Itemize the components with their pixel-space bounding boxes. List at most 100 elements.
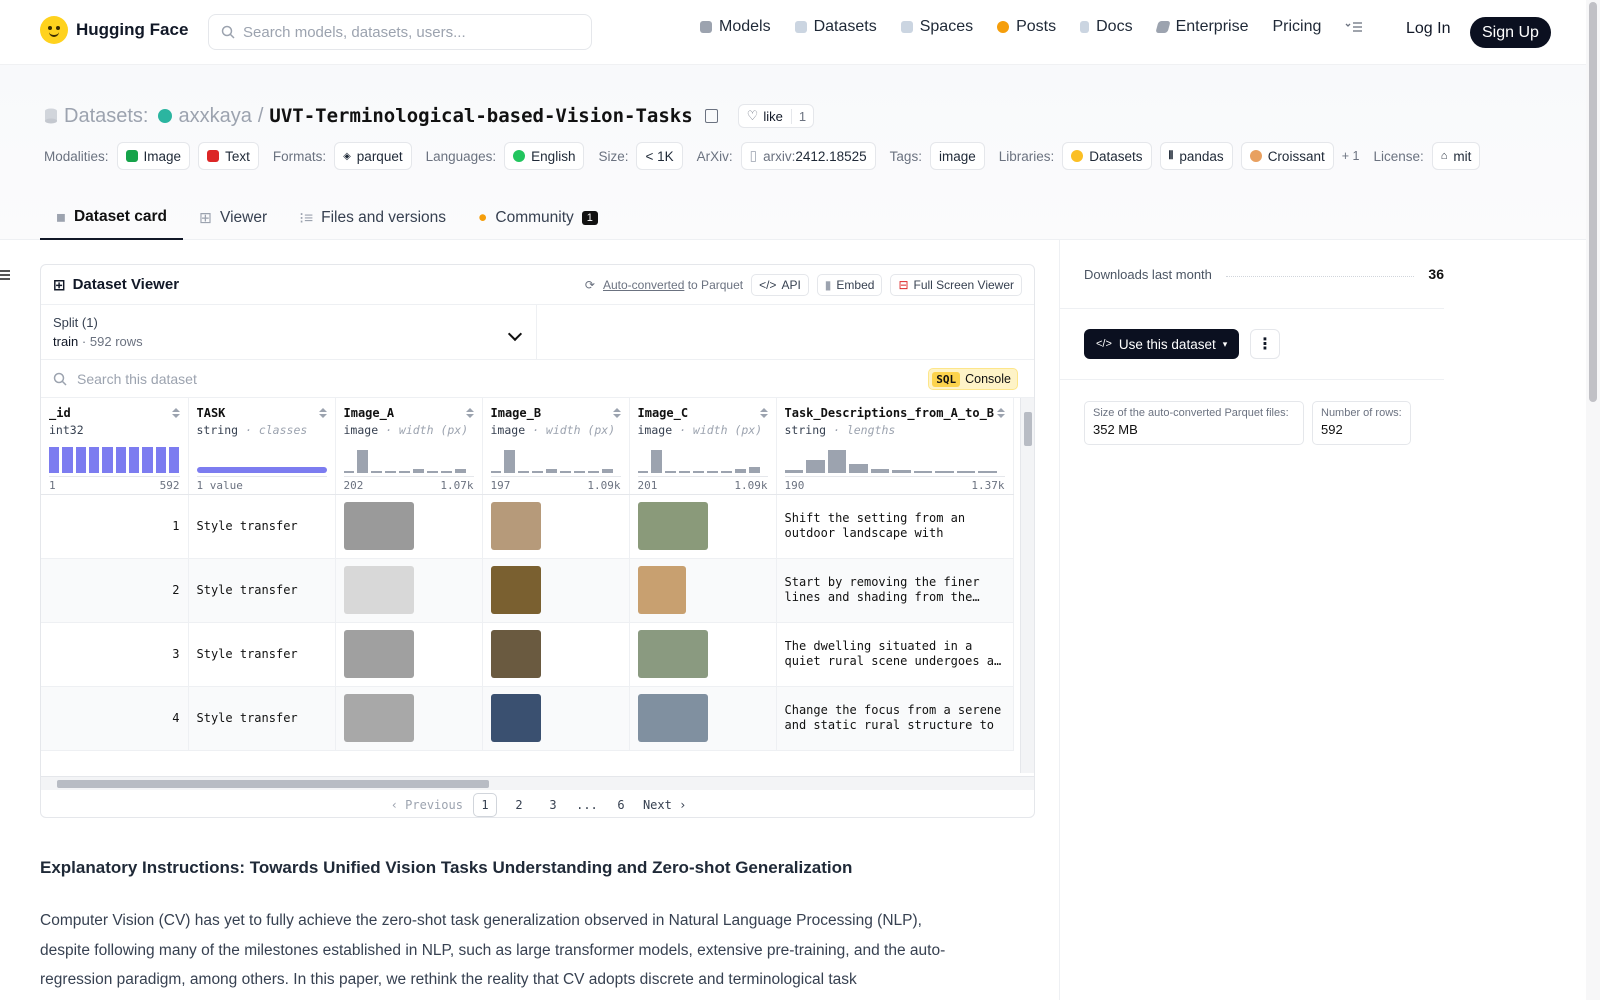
nav-models[interactable]: Models — [700, 18, 771, 36]
copy-icon[interactable] — [704, 109, 718, 123]
histogram-bar[interactable] — [412, 469, 424, 473]
histogram-bar[interactable] — [637, 471, 649, 473]
nav-posts[interactable]: Posts — [997, 18, 1056, 36]
tag-image-topic[interactable]: image — [929, 142, 985, 170]
page-3[interactable]: 3 — [541, 793, 565, 817]
histogram-bar[interactable] — [559, 471, 571, 473]
global-search[interactable] — [208, 14, 592, 50]
histogram-bar[interactable] — [849, 463, 868, 473]
histogram-bar[interactable] — [343, 471, 355, 473]
nav-spaces[interactable]: Spaces — [900, 18, 973, 36]
previous-page-button[interactable]: ‹ Previous — [391, 793, 463, 817]
column-header-4[interactable]: Image_C image · width (px) 201 1.09k — [629, 398, 777, 495]
histogram-bar[interactable] — [784, 470, 803, 473]
image-c-thumbnail[interactable] — [637, 694, 708, 742]
histogram-bar[interactable] — [62, 447, 73, 473]
cell-id[interactable]: 1 — [41, 494, 189, 559]
histogram-bar[interactable] — [49, 447, 60, 473]
sidebar-toggle-icon[interactable] — [0, 270, 10, 282]
histogram-bar[interactable] — [129, 447, 140, 473]
cell-id[interactable]: 4 — [41, 686, 189, 751]
histogram-bar[interactable] — [546, 469, 557, 473]
histogram-bar[interactable] — [357, 449, 369, 473]
image-b-thumbnail[interactable] — [490, 566, 541, 614]
nav-docs[interactable]: Docs — [1080, 18, 1133, 36]
cell-image-a[interactable] — [335, 558, 483, 623]
tag-image[interactable]: Image — [116, 142, 191, 170]
page-scrollbar-thumb[interactable] — [1589, 2, 1597, 402]
cell-image-b[interactable] — [482, 686, 630, 751]
column-header-5[interactable]: Task_Descriptions_from_A_to_B string · le… — [776, 398, 1014, 495]
image-c-thumbnail[interactable] — [637, 566, 686, 614]
table-row[interactable]: 4 Style transfer Change the focus from a s… — [41, 686, 1014, 751]
api-button[interactable]: </> API — [751, 273, 809, 296]
cell-description[interactable]: Change the focus from a serene and stati… — [776, 686, 1014, 751]
cell-image-a[interactable] — [335, 622, 483, 687]
image-a-thumbnail[interactable] — [343, 694, 414, 742]
table-row[interactable]: 1 Style transfer Shift the setting from an… — [41, 494, 1014, 559]
histogram-bar[interactable] — [706, 471, 718, 473]
histogram-bar[interactable] — [748, 466, 760, 473]
histogram-bar[interactable] — [587, 471, 599, 473]
cell-image-c[interactable] — [629, 558, 777, 623]
image-a-thumbnail[interactable] — [343, 502, 414, 550]
tab-viewer[interactable]: ⊞ Viewer — [183, 196, 283, 240]
histogram-bar[interactable] — [454, 469, 466, 473]
histogram-bar[interactable] — [142, 447, 153, 473]
tab-files[interactable]: ⁝≡ Files and versions — [283, 196, 462, 240]
histogram-bar[interactable] — [426, 471, 438, 473]
histogram-bar[interactable] — [196, 467, 327, 473]
like-button[interactable]: ♡ like 1 — [737, 104, 815, 128]
tag-text[interactable]: Text — [198, 142, 259, 170]
column-header-0[interactable]: _id int32 1 592 — [41, 398, 189, 495]
image-a-thumbnail[interactable] — [343, 566, 414, 614]
sql-console-button[interactable]: SQL Console — [928, 368, 1018, 390]
cell-task[interactable]: Style transfer — [188, 686, 336, 751]
histogram-bar[interactable] — [75, 447, 87, 473]
brand-logo[interactable]: Hugging Face — [40, 16, 188, 44]
split-selector[interactable]: Split (1) train · 592 rows — [41, 305, 537, 359]
page-2[interactable]: 2 — [507, 793, 531, 817]
vertical-scrollbar[interactable] — [1020, 398, 1034, 773]
lib-croissant[interactable]: Croissant — [1240, 142, 1334, 170]
histogram-bar[interactable] — [827, 449, 846, 473]
cell-id[interactable]: 2 — [41, 558, 189, 623]
dataset-search[interactable]: Search this dataset SQL Console — [41, 360, 1034, 398]
histogram-bar[interactable] — [504, 449, 516, 473]
histogram-bar[interactable] — [935, 471, 954, 473]
histogram-bar[interactable] — [490, 471, 502, 473]
horizontal-scrollbar[interactable] — [41, 776, 1034, 790]
cell-image-a[interactable] — [335, 494, 483, 559]
cell-image-b[interactable] — [482, 622, 630, 687]
histogram-bar[interactable] — [518, 470, 530, 473]
page-scrollbar[interactable] — [1586, 0, 1600, 1000]
tag-english[interactable]: English — [504, 142, 585, 170]
signup-button[interactable]: Sign Up — [1470, 17, 1551, 48]
histogram-bar[interactable] — [601, 469, 613, 473]
image-c-thumbnail[interactable] — [637, 630, 708, 678]
next-page-button[interactable]: Next › — [643, 793, 686, 817]
table-row[interactable]: 2 Style transfer Start by removing the fin… — [41, 558, 1014, 623]
lib-pandas[interactable]: ⦀ pandas — [1159, 142, 1233, 170]
histogram-bar[interactable] — [679, 471, 691, 473]
nav-pricing[interactable]: Pricing — [1272, 18, 1321, 36]
histogram-bar[interactable] — [169, 447, 180, 473]
histogram-bar[interactable] — [573, 471, 585, 473]
histogram-bar[interactable] — [102, 447, 113, 473]
cell-image-c[interactable] — [629, 622, 777, 687]
histogram-bar[interactable] — [440, 471, 452, 473]
cell-image-b[interactable] — [482, 494, 630, 559]
histogram-bar[interactable] — [806, 460, 825, 473]
histogram-bar[interactable] — [115, 447, 127, 473]
histogram-bar[interactable] — [956, 471, 975, 473]
histogram-bar[interactable] — [734, 469, 746, 473]
tag-size[interactable]: < 1K — [636, 142, 683, 170]
image-b-thumbnail[interactable] — [490, 502, 541, 550]
histogram-bar[interactable] — [399, 471, 410, 473]
login-button[interactable]: Log In — [1406, 20, 1450, 38]
libraries-more[interactable]: + 1 — [1342, 149, 1360, 163]
histogram-bar[interactable] — [870, 469, 889, 473]
image-a-thumbnail[interactable] — [343, 630, 414, 678]
vertical-scrollbar-thumb[interactable] — [1024, 412, 1032, 446]
auto-converted-link[interactable]: Auto-converted to Parquet — [603, 278, 743, 292]
